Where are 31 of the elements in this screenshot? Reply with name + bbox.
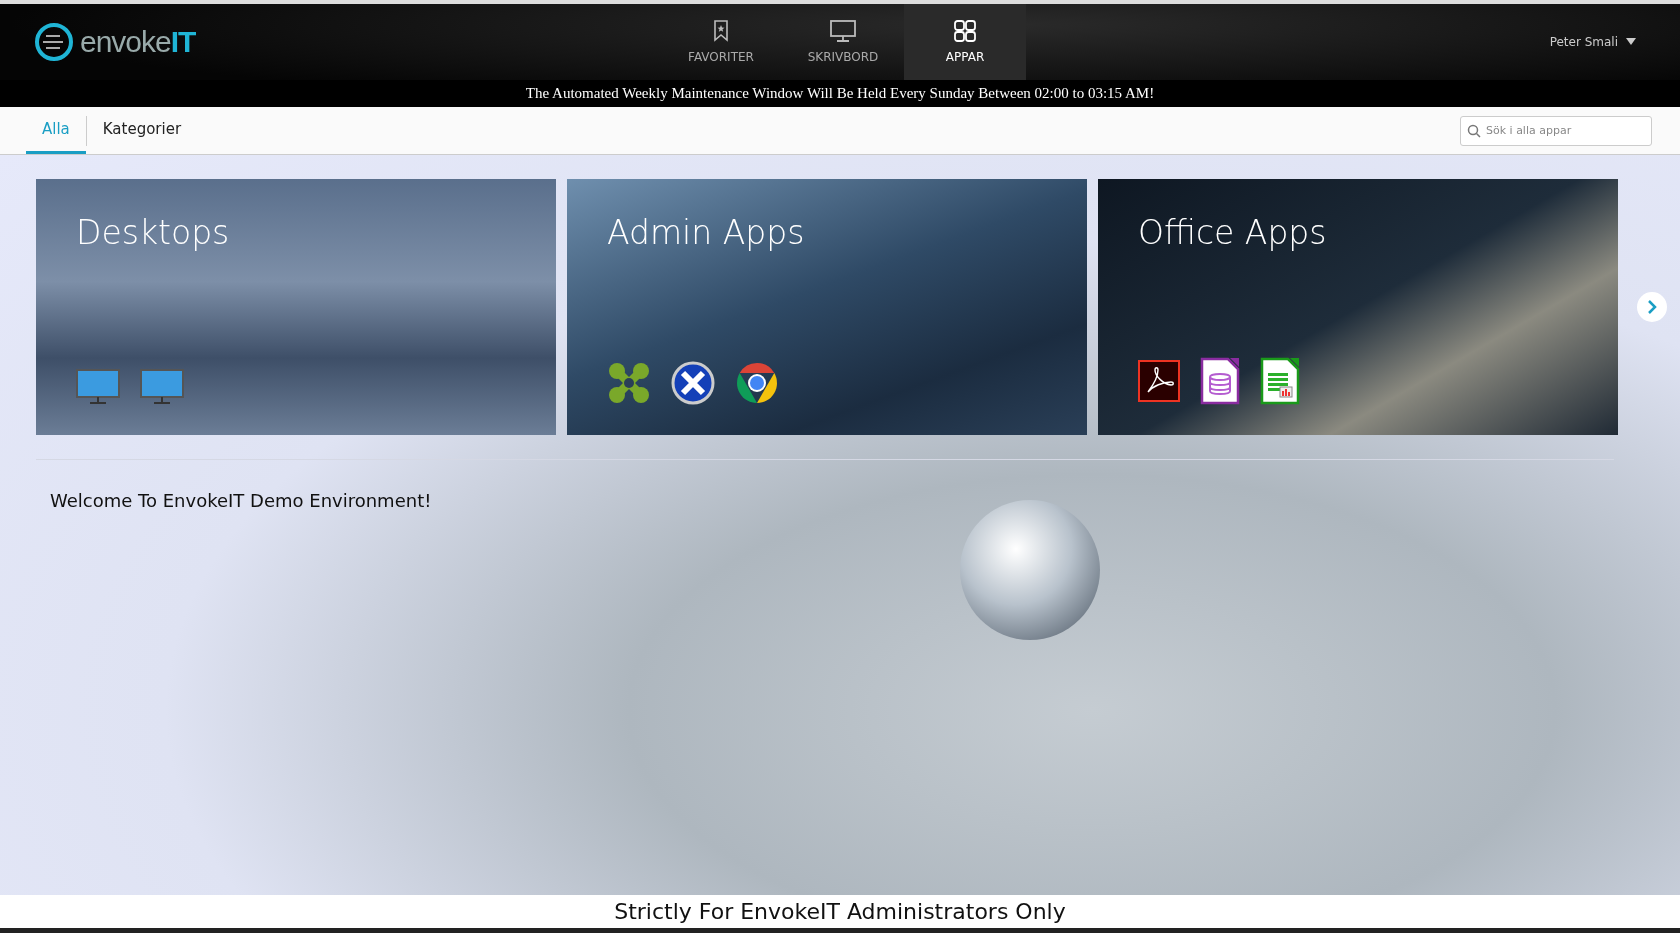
category-tile[interactable]: Admin Apps [567, 179, 1087, 435]
announcement-text: The Automated Weekly Maintenance Window Will Be Held Every Sunday Between 02:00 to 03:15 AM! [0, 80, 1680, 107]
x-shape-icon[interactable] [607, 361, 651, 405]
chevron-right-icon [1647, 299, 1657, 315]
tab[interactable]: Kategorier [86, 107, 198, 154]
spreadsheet-icon[interactable] [1260, 357, 1300, 405]
footer-text: Strictly For EnvokeIT Administrators Only [0, 895, 1680, 928]
nav-tab[interactable]: SKRIVBORD [782, 4, 904, 80]
logo-text: envokeIT [80, 25, 196, 59]
bookmark-icon [713, 20, 729, 42]
tile-title: Desktops [76, 213, 230, 252]
logo-icon [34, 22, 74, 62]
browser-icon[interactable] [735, 361, 779, 405]
next-button[interactable] [1637, 292, 1667, 322]
document-icon[interactable] [1200, 357, 1240, 405]
user-name[interactable]: Peter Smali [1549, 35, 1618, 49]
category-tile[interactable]: Desktops [36, 179, 556, 435]
monitor-icon [830, 20, 856, 42]
search-field[interactable]: Sök i alla appar [1460, 115, 1652, 146]
nav-tab[interactable]: APPAR [904, 4, 1026, 80]
x-circle-icon[interactable] [671, 361, 715, 405]
caret-icon[interactable] [1626, 38, 1636, 46]
category-tile[interactable]: Office Apps [1098, 179, 1618, 435]
tile-title: Admin Apps [607, 213, 805, 252]
nav-tab[interactable]: FAVORITER [660, 4, 782, 80]
grid-icon [954, 20, 976, 42]
monitor-icon[interactable] [140, 369, 184, 405]
tile-title: Office Apps [1138, 213, 1327, 252]
monitor-icon[interactable] [76, 369, 120, 405]
welcome-text: Welcome To EnvokeIT Demo Environment! [50, 490, 432, 511]
pdf-icon[interactable] [1138, 360, 1180, 402]
